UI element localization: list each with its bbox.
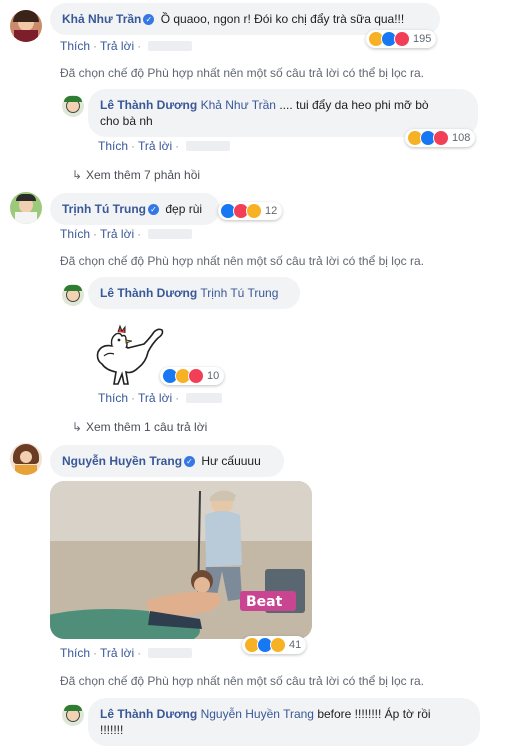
sticker-image <box>96 324 164 385</box>
comment-bubble: Nguyễn Huyền Trang ✓ Hư cấuuuu <box>50 445 284 477</box>
love-icon <box>433 130 449 146</box>
reply-link[interactable]: Trả lời <box>138 139 172 153</box>
comment-actions: Thích · Trả lời · <box>60 227 193 241</box>
view-more-label[interactable]: Xem thêm 1 câu trả lời <box>86 420 207 434</box>
filter-note: Đã chọn chế độ Phù hợp nhất nên một số c… <box>60 66 424 80</box>
filter-note: Đã chọn chế độ Phù hợp nhất nên một số c… <box>60 674 424 688</box>
author-name[interactable]: Khả Như Trần <box>62 12 141 26</box>
author-name[interactable]: Trịnh Tú Trung <box>62 202 146 216</box>
like-link[interactable]: Thích <box>60 646 90 660</box>
like-link[interactable]: Thích <box>60 39 90 53</box>
avatar[interactable] <box>62 95 84 117</box>
avatar[interactable] <box>10 10 42 42</box>
reply-text-line1: before !!!!!!!! Áp tờ rồi <box>317 707 431 721</box>
view-more-replies[interactable]: ↳ Xem thêm 7 phản hồi <box>72 168 200 182</box>
avatar[interactable] <box>62 284 84 306</box>
reaction-count: 108 <box>452 132 471 144</box>
reaction-count: 10 <box>207 370 220 382</box>
reaction-summary[interactable]: 12 <box>218 202 283 220</box>
timestamp[interactable] <box>186 393 223 403</box>
reply-text-line2: cho bà nh <box>100 114 153 128</box>
reply-actions: Thích · Trả lời · <box>98 391 223 405</box>
reply-actions: Thích · Trả lời · <box>98 139 231 153</box>
love-icon <box>188 368 204 384</box>
reply-link[interactable]: Trả lời <box>100 646 134 660</box>
mention-tag[interactable]: Nguyễn Huyền Trang <box>201 707 314 721</box>
reaction-count: 195 <box>413 33 432 45</box>
love-icon <box>394 31 410 47</box>
view-more-label[interactable]: Xem thêm 7 phản hồi <box>86 168 200 182</box>
mention-tag[interactable]: Trịnh Tú Trung <box>200 286 278 300</box>
like-link[interactable]: Thích <box>98 391 128 405</box>
comment-text: đẹp rùi <box>165 202 203 216</box>
filter-note: Đã chọn chế độ Phù hợp nhất nên một số c… <box>60 254 424 268</box>
svg-text:Beat: Beat <box>246 594 283 610</box>
sad-icon <box>270 637 286 653</box>
comment-actions: Thích · Trả lời · <box>60 646 193 660</box>
comment-photo[interactable]: Beat <box>50 481 312 639</box>
photo-scene: Beat <box>50 481 312 639</box>
timestamp[interactable] <box>148 41 193 51</box>
timestamp[interactable] <box>148 648 193 658</box>
reaction-summary[interactable]: 195 <box>366 30 437 48</box>
view-more-replies[interactable]: ↳ Xem thêm 1 câu trả lời <box>72 420 207 434</box>
comment-actions: Thích · Trả lời · <box>60 39 193 53</box>
avatar[interactable] <box>10 192 42 224</box>
author-name[interactable]: Lê Thành Dương <box>100 286 197 300</box>
reply-arrow-icon: ↳ <box>72 420 83 434</box>
author-name[interactable]: Lê Thành Dương <box>100 98 197 112</box>
reaction-count: 41 <box>289 639 302 651</box>
reply-text-line1: .... tui đẩy da heo phi mỡ bò <box>279 98 429 112</box>
author-name[interactable]: Lê Thành Dương <box>100 707 197 721</box>
reply-bubble: Lê Thành Dương Nguyễn Huyền Trang before… <box>88 698 480 746</box>
like-link[interactable]: Thích <box>60 227 90 241</box>
haha-icon <box>246 203 262 219</box>
reply-link[interactable]: Trả lời <box>100 227 134 241</box>
reply-arrow-icon: ↳ <box>72 168 83 182</box>
timestamp[interactable] <box>148 229 193 239</box>
reaction-summary[interactable]: 41 <box>242 636 307 654</box>
avatar[interactable] <box>10 443 42 475</box>
reaction-summary[interactable]: 10 <box>160 367 225 385</box>
author-name[interactable]: Nguyễn Huyền Trang <box>62 454 182 468</box>
reaction-summary[interactable]: 108 <box>405 129 476 147</box>
reply-link[interactable]: Trả lời <box>138 391 172 405</box>
comment-text: Ồ quaoo, ngon r! Đói ko chị đẩy trà sữa … <box>160 12 405 26</box>
verified-icon: ✓ <box>148 204 159 215</box>
timestamp[interactable] <box>186 141 231 151</box>
like-link[interactable]: Thích <box>98 139 128 153</box>
reply-link[interactable]: Trả lời <box>100 39 134 53</box>
reply-text-line2: !!!!!!! <box>100 723 124 737</box>
mention-tag[interactable]: Khả Như Trần <box>201 98 276 112</box>
comment-text: Hư cấuuuu <box>201 454 261 468</box>
reply-bubble: Lê Thành Dương Trịnh Tú Trung <box>88 277 300 309</box>
verified-icon: ✓ <box>184 456 196 467</box>
comment-bubble: Trịnh Tú Trung ✓ đẹp rùi <box>50 193 220 225</box>
reaction-count: 12 <box>265 205 278 217</box>
verified-icon: ✓ <box>143 14 155 25</box>
avatar[interactable] <box>62 704 84 726</box>
